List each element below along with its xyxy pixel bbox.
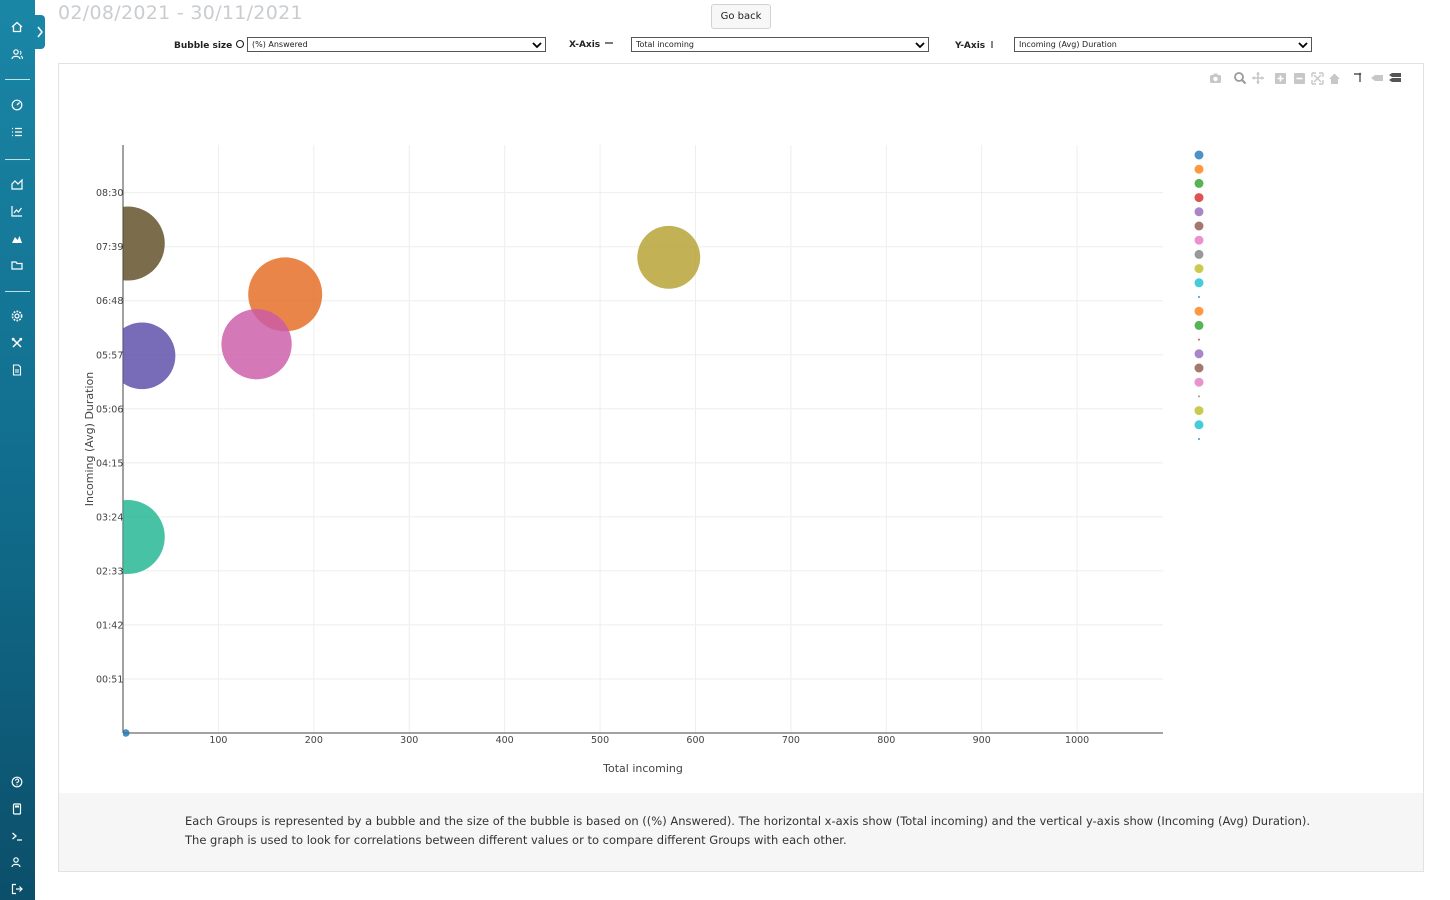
y-tick-label: 05:57 bbox=[96, 350, 123, 361]
legend-marker bbox=[1194, 221, 1204, 231]
x-tick-label: 900 bbox=[973, 735, 991, 746]
legend-marker bbox=[1194, 193, 1204, 203]
closest-hover-icon[interactable] bbox=[1389, 73, 1401, 82]
bubble-point bbox=[123, 500, 165, 574]
x-tick-label: 1000 bbox=[1065, 735, 1089, 746]
y-tick-label: 07:39 bbox=[96, 242, 123, 253]
legend-marker bbox=[1194, 235, 1204, 245]
bubble-point bbox=[221, 309, 292, 380]
legend-marker bbox=[1198, 338, 1200, 341]
legend bbox=[1194, 150, 1204, 440]
x-tick-label: 600 bbox=[686, 735, 704, 746]
bubble-chart: 100 200 300 400 500 600 700 800 900 1000 00:51 01:4… bbox=[83, 72, 1401, 775]
legend-marker bbox=[1194, 164, 1204, 174]
y-tick-label: 06:48 bbox=[96, 296, 123, 307]
chart-description: Each Groups is represented by a bubble a… bbox=[59, 793, 1423, 871]
legend-marker bbox=[1194, 320, 1204, 330]
x-tick-label: 100 bbox=[209, 735, 227, 746]
description-line-1: Each Groups is represented by a bubble a… bbox=[185, 814, 1311, 828]
y-tick-label: 01:42 bbox=[96, 620, 123, 631]
y-tick-label: 00:51 bbox=[96, 674, 123, 685]
axes bbox=[122, 145, 1163, 734]
legend-marker bbox=[1194, 150, 1204, 160]
legend-marker bbox=[1194, 377, 1204, 387]
bubble-point bbox=[637, 225, 701, 289]
x-tick-label: 800 bbox=[877, 735, 895, 746]
legend-marker bbox=[1194, 349, 1204, 359]
reset-axes-icon[interactable] bbox=[1329, 73, 1340, 85]
legend-marker bbox=[1194, 420, 1204, 430]
legend-marker bbox=[1194, 264, 1204, 274]
zoom-icon[interactable] bbox=[1234, 72, 1247, 85]
zoom-in-icon[interactable] bbox=[1275, 73, 1286, 84]
x-axis-title: Total incoming bbox=[602, 762, 683, 775]
legend-marker bbox=[1198, 296, 1200, 298]
y-axis-title: Incoming (Avg) Duration bbox=[83, 372, 96, 506]
legend-marker bbox=[1194, 406, 1204, 416]
autoscale-icon[interactable] bbox=[1311, 72, 1324, 85]
y-tick-label: 08:30 bbox=[96, 188, 123, 199]
y-tick-label: 04:15 bbox=[96, 458, 123, 469]
y-tick-label: 02:33 bbox=[96, 566, 123, 577]
legend-marker bbox=[1194, 278, 1204, 288]
legend-marker bbox=[1194, 306, 1204, 316]
bubbles bbox=[123, 206, 701, 737]
pan-icon[interactable] bbox=[1252, 72, 1264, 84]
zoom-out-icon[interactable] bbox=[1294, 73, 1305, 84]
y-tick-label: 03:24 bbox=[96, 512, 123, 523]
x-tick-label: 500 bbox=[591, 735, 609, 746]
description-line-2: The graph is used to look for correlatio… bbox=[185, 833, 847, 847]
legend-marker bbox=[1198, 438, 1200, 440]
x-tick-label: 700 bbox=[782, 735, 800, 746]
camera-icon[interactable] bbox=[1210, 73, 1221, 84]
x-tick-label: 400 bbox=[496, 735, 514, 746]
tick-labels: 100 200 300 400 500 600 700 800 900 1000 00:51 01:4… bbox=[96, 188, 1089, 746]
grid-lines bbox=[123, 145, 1163, 733]
x-tick-label: 300 bbox=[400, 735, 418, 746]
x-tick-label: 200 bbox=[305, 735, 323, 746]
spike-lines-icon[interactable] bbox=[1354, 72, 1362, 82]
legend-marker bbox=[1194, 249, 1204, 259]
compare-hover-icon[interactable] bbox=[1371, 75, 1383, 81]
bubble-point bbox=[123, 729, 130, 737]
legend-marker bbox=[1194, 363, 1204, 373]
chart-toolbar bbox=[1210, 72, 1401, 85]
y-tick-label: 05:06 bbox=[96, 404, 123, 415]
legend-marker bbox=[1194, 178, 1204, 188]
legend-marker bbox=[1198, 395, 1200, 398]
legend-marker bbox=[1194, 207, 1204, 217]
